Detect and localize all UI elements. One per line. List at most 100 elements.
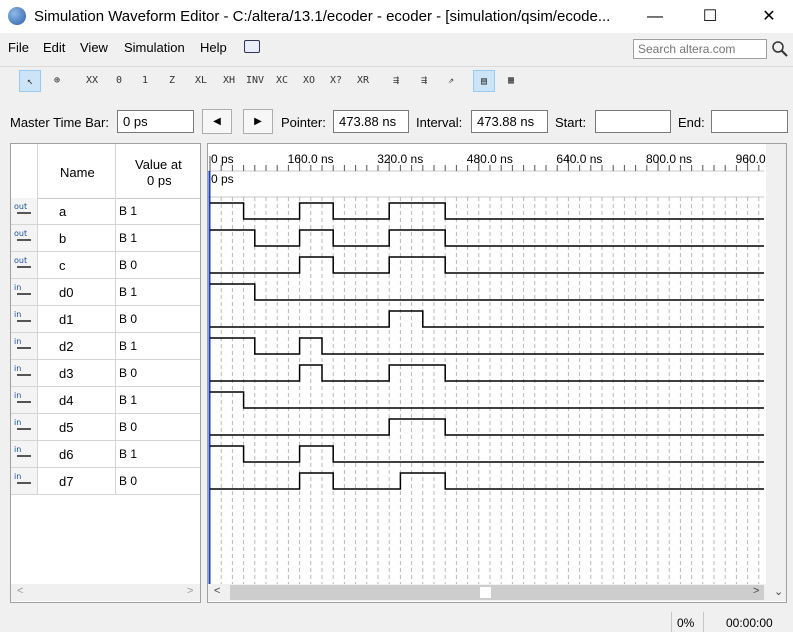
input-pin-icon: in — [11, 468, 38, 494]
ruler-label: 800.0 ns — [646, 152, 692, 166]
wave-scroll-right-icon[interactable]: > — [753, 585, 759, 597]
menu-view[interactable]: View — [80, 40, 108, 55]
name-column-header[interactable]: Name — [60, 165, 95, 180]
wave-scroll-down-icon[interactable]: ⌄ — [774, 585, 783, 598]
signal-name: a — [59, 204, 67, 219]
signal-row[interactable]: in d5 B 0 — [11, 414, 200, 441]
signal-value: B 1 — [119, 231, 138, 245]
input-pin-icon: in — [11, 414, 38, 440]
signal-row[interactable]: in d4 B 1 — [11, 387, 200, 414]
netlist-viewer-icon[interactable]: ⇗ — [440, 70, 462, 92]
forcing-low-icon[interactable]: 0 — [108, 70, 130, 92]
signal-row[interactable]: out c B 0 — [11, 252, 200, 279]
signal-row[interactable]: in d6 B 1 — [11, 441, 200, 468]
forcing-unknown-icon[interactable]: XX — [81, 70, 103, 92]
zoom-tool-icon[interactable]: ⊕ — [46, 70, 68, 92]
signal-row[interactable]: in d0 B 1 — [11, 279, 200, 306]
scroll-left-icon[interactable]: < — [17, 585, 23, 597]
selection-tool-icon[interactable]: ↖ — [19, 70, 41, 92]
search-button[interactable] — [771, 40, 789, 58]
ruler-label: 640.0 ns — [556, 152, 602, 166]
snap-to-grid-icon[interactable]: ▤ — [473, 70, 495, 92]
elapsed-time: 00:00:00 — [726, 616, 773, 630]
arbitrary-value-icon[interactable]: X? — [325, 70, 347, 92]
value-column-header-line1[interactable]: Value at — [135, 157, 182, 172]
menu-help[interactable]: Help — [200, 40, 227, 55]
end-label: End: — [678, 115, 705, 130]
interval-field[interactable]: 473.88 ns — [471, 110, 548, 133]
status-bar: 0% 00:00:00 — [0, 612, 793, 632]
previous-transition-button[interactable]: ◀ — [202, 109, 232, 134]
waveform-d4 — [210, 391, 764, 409]
minimize-button[interactable]: — — [632, 0, 678, 33]
signal-row[interactable]: in d3 B 0 — [11, 360, 200, 387]
signal-row[interactable]: in d7 B 0 — [11, 468, 200, 495]
signal-list-header: Name Value at 0 ps — [11, 144, 200, 199]
waveform-canvas[interactable]: 0 ps 160.0 ns 320.0 ns 480.0 ns 640.0 ns 800.… — [208, 144, 766, 584]
signal-row[interactable]: out b B 1 — [11, 225, 200, 252]
waveform-horizontal-scrollbar[interactable]: < > ⌄ — [208, 584, 786, 601]
signal-value: B 1 — [119, 339, 138, 353]
output-pin-icon: out — [11, 225, 38, 251]
master-time-bar-field[interactable]: 0 ps — [117, 110, 194, 133]
signal-name: d7 — [59, 474, 74, 489]
start-field[interactable] — [595, 110, 671, 133]
menu-simulation[interactable]: Simulation — [124, 40, 185, 55]
menu-file[interactable]: File — [8, 40, 29, 55]
search-input[interactable] — [633, 39, 767, 59]
ruler-label: 960.0 ns — [736, 152, 766, 166]
forcing-high-icon[interactable]: 1 — [134, 70, 156, 92]
invert-icon[interactable]: INV — [244, 70, 266, 92]
signal-row[interactable]: in d2 B 1 — [11, 333, 200, 360]
feedback-icon[interactable] — [244, 40, 260, 53]
maximize-button[interactable]: ☐ — [687, 0, 733, 33]
functional-simulation-icon[interactable]: ⇶ — [385, 70, 407, 92]
master-time-bar-label: Master Time Bar: — [10, 115, 109, 130]
clock-value-icon[interactable]: XO — [298, 70, 320, 92]
cursor-time-label: 0 ps — [211, 172, 234, 186]
waveform-d6 — [210, 445, 764, 463]
signal-name: d3 — [59, 366, 74, 381]
signal-value: B 1 — [119, 447, 138, 461]
next-transition-button[interactable]: ▶ — [243, 109, 273, 134]
menu-edit[interactable]: Edit — [43, 40, 65, 55]
wave-scroll-grip[interactable] — [480, 587, 491, 598]
interval-label: Interval: — [416, 115, 463, 130]
weak-high-icon[interactable]: XH — [218, 70, 240, 92]
input-pin-icon: in — [11, 279, 38, 305]
random-value-icon[interactable]: XR — [352, 70, 374, 92]
search-icon — [772, 41, 788, 57]
signal-name: d0 — [59, 285, 74, 300]
count-value-icon[interactable]: XC — [271, 70, 293, 92]
waveform-d3 — [210, 364, 764, 382]
waveform-panel: 0 ps 160.0 ns 320.0 ns 480.0 ns 640.0 ns 800.… — [207, 143, 787, 603]
signal-value: B 1 — [119, 393, 138, 407]
window-title: Simulation Waveform Editor - C:/altera/1… — [34, 8, 611, 25]
grid-layout-icon[interactable]: ▦ — [500, 70, 522, 92]
signal-value: B 0 — [119, 420, 138, 434]
waveform-d0 — [210, 283, 764, 301]
wave-scroll-thumb[interactable] — [230, 585, 764, 600]
input-pin-icon: in — [11, 306, 38, 332]
weak-low-icon[interactable]: XL — [190, 70, 212, 92]
signal-list-panel: Name Value at 0 ps out a B 1 out b B 1 out c B 0… — [10, 143, 201, 603]
signal-list-horizontal-scrollbar[interactable]: < > — [11, 584, 200, 601]
waveform-d2 — [210, 337, 764, 355]
scroll-right-icon[interactable]: > — [187, 585, 193, 597]
progress-percent: 0% — [677, 616, 695, 630]
start-label: Start: — [555, 115, 587, 130]
signal-value: B 0 — [119, 312, 138, 326]
ruler-label: 320.0 ns — [377, 152, 423, 166]
waveform-vertical-scrollbar[interactable] — [766, 144, 786, 584]
pointer-field[interactable]: 473.88 ns — [333, 110, 409, 133]
signal-value: B 0 — [119, 366, 138, 380]
input-pin-icon: in — [11, 360, 38, 386]
end-field[interactable] — [711, 110, 788, 133]
signal-row[interactable]: out a B 1 — [11, 198, 200, 225]
wave-scroll-left-icon[interactable]: < — [214, 585, 220, 597]
signal-row[interactable]: in d1 B 0 — [11, 306, 200, 333]
ruler-label: 480.0 ns — [467, 152, 513, 166]
close-button[interactable]: ✕ — [746, 0, 792, 33]
timing-simulation-icon[interactable]: ⇶ — [413, 70, 435, 92]
high-impedance-icon[interactable]: Z — [161, 70, 183, 92]
